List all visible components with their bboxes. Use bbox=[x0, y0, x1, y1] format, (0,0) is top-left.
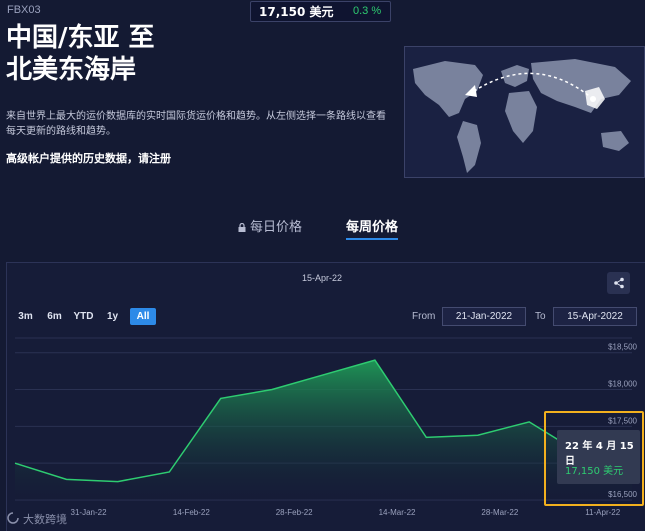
y-tick-label: $18,000 bbox=[608, 380, 637, 389]
x-tick-label: 11-Apr-22 bbox=[585, 508, 621, 517]
y-tick-label: $18,500 bbox=[608, 343, 637, 352]
series-area bbox=[15, 360, 632, 500]
x-tick-label: 28-Mar-22 bbox=[481, 508, 518, 517]
x-tick-label: 28-Feb-22 bbox=[276, 508, 313, 517]
x-tick-label: 14-Feb-22 bbox=[173, 508, 210, 517]
tooltip-highlight-frame bbox=[544, 411, 644, 506]
watermark-logo-icon bbox=[7, 511, 19, 527]
x-tick-label: 31-Jan-22 bbox=[71, 508, 108, 517]
watermark: 大数跨境 bbox=[7, 511, 67, 527]
watermark-text: 大数跨境 bbox=[23, 513, 67, 526]
x-tick-label: 14-Mar-22 bbox=[379, 508, 416, 517]
